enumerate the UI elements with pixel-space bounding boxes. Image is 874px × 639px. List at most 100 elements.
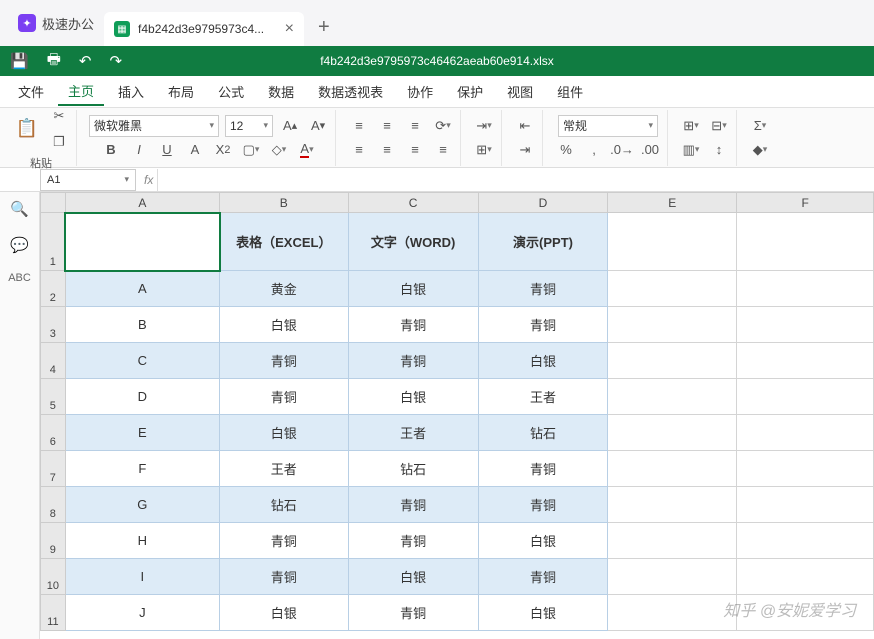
cell-B4[interactable]: 青铜 xyxy=(220,343,349,379)
increase-indent-icon[interactable]: ⇥ xyxy=(514,139,536,161)
align-middle-icon[interactable]: ≡ xyxy=(376,115,398,137)
wrap-text-icon[interactable]: ⇥▾ xyxy=(473,115,495,137)
cell-E7[interactable] xyxy=(608,451,737,487)
cell-F6[interactable] xyxy=(737,415,874,451)
cell-E11[interactable] xyxy=(608,595,737,631)
cell-B9[interactable]: 青铜 xyxy=(220,523,349,559)
cell-C1[interactable]: 文字（WORD) xyxy=(348,213,478,271)
copy-icon[interactable]: ❐ xyxy=(48,131,70,153)
print-icon[interactable]: 🖶 xyxy=(47,49,61,74)
insert-cells-icon[interactable]: ⊞▾ xyxy=(680,115,702,137)
font-name-select[interactable]: 微软雅黑▾ xyxy=(89,115,219,137)
cell-B8[interactable]: 钻石 xyxy=(220,487,349,523)
comment-icon[interactable]: 💬 xyxy=(10,236,29,254)
increase-font-icon[interactable]: A▴ xyxy=(279,115,301,137)
cell-A7[interactable]: F xyxy=(65,451,219,487)
cell-D5[interactable]: 王者 xyxy=(478,379,608,415)
new-tab-button[interactable]: + xyxy=(304,16,344,39)
align-left-icon[interactable]: ≡ xyxy=(348,139,370,161)
row-height-icon[interactable]: ↕ xyxy=(708,139,730,161)
align-bottom-icon[interactable]: ≡ xyxy=(404,115,426,137)
cut-icon[interactable]: ✂ xyxy=(48,105,70,127)
subscript-icon[interactable]: X2 xyxy=(212,139,234,161)
align-right-icon[interactable]: ≡ xyxy=(404,139,426,161)
cell-D9[interactable]: 白银 xyxy=(478,523,608,559)
cell-D7[interactable]: 青铜 xyxy=(478,451,608,487)
cell-F11[interactable] xyxy=(737,595,874,631)
row-header-7[interactable]: 7 xyxy=(41,451,66,487)
cell-B5[interactable]: 青铜 xyxy=(220,379,349,415)
clear-icon[interactable]: ◆▾ xyxy=(749,139,771,161)
format-cells-icon[interactable]: ▥▾ xyxy=(680,139,702,161)
col-header-A[interactable]: A xyxy=(65,193,219,213)
cell-E5[interactable] xyxy=(608,379,737,415)
search-icon[interactable]: 🔍 xyxy=(10,200,29,218)
cell-A6[interactable]: E xyxy=(65,415,219,451)
cell-C11[interactable]: 青铜 xyxy=(348,595,478,631)
cell-F3[interactable] xyxy=(737,307,874,343)
cell-E10[interactable] xyxy=(608,559,737,595)
cell-A11[interactable]: J xyxy=(65,595,219,631)
font-color-clear-icon[interactable]: A xyxy=(184,139,206,161)
menu-数据透视表[interactable]: 数据透视表 xyxy=(308,78,393,105)
cell-E8[interactable] xyxy=(608,487,737,523)
cell-A3[interactable]: B xyxy=(65,307,219,343)
border-icon[interactable]: ▢▾ xyxy=(240,139,262,161)
row-header-4[interactable]: 4 xyxy=(41,343,66,379)
cell-F9[interactable] xyxy=(737,523,874,559)
cell-C2[interactable]: 白银 xyxy=(348,271,478,307)
comma-icon[interactable]: , xyxy=(583,139,605,161)
col-header-C[interactable]: C xyxy=(348,193,478,213)
row-header-1[interactable]: 1 xyxy=(41,213,66,271)
menu-组件[interactable]: 组件 xyxy=(547,78,593,105)
col-header-E[interactable]: E xyxy=(608,193,737,213)
cell-D10[interactable]: 青铜 xyxy=(478,559,608,595)
redo-icon[interactable]: ↷ xyxy=(109,52,122,70)
number-format-select[interactable]: 常规▾ xyxy=(558,115,658,137)
cell-A1[interactable] xyxy=(65,213,219,271)
cell-C4[interactable]: 青铜 xyxy=(348,343,478,379)
cell-C9[interactable]: 青铜 xyxy=(348,523,478,559)
cell-F4[interactable] xyxy=(737,343,874,379)
cell-D6[interactable]: 钻石 xyxy=(478,415,608,451)
merge-cells-icon[interactable]: ⊞▾ xyxy=(473,139,495,161)
underline-button[interactable]: U xyxy=(156,139,178,161)
name-box[interactable]: A1▾ xyxy=(40,169,136,191)
save-icon[interactable]: 💾 xyxy=(10,52,29,70)
font-color-icon[interactable]: A▾ xyxy=(296,139,318,161)
cell-F7[interactable] xyxy=(737,451,874,487)
cell-C5[interactable]: 白银 xyxy=(348,379,478,415)
autosum-icon[interactable]: Σ▾ xyxy=(749,115,771,137)
align-justify-icon[interactable]: ≡ xyxy=(432,139,454,161)
cell-B1[interactable]: 表格（EXCEL） xyxy=(220,213,349,271)
cell-F1[interactable] xyxy=(737,213,874,271)
cell-B3[interactable]: 白银 xyxy=(220,307,349,343)
cell-D4[interactable]: 白银 xyxy=(478,343,608,379)
cell-C10[interactable]: 白银 xyxy=(348,559,478,595)
cell-F5[interactable] xyxy=(737,379,874,415)
cell-E2[interactable] xyxy=(608,271,737,307)
cell-C8[interactable]: 青铜 xyxy=(348,487,478,523)
file-tab[interactable]: ▦ f4b242d3e9795973c4... × xyxy=(104,12,304,46)
bold-button[interactable]: B xyxy=(100,139,122,161)
menu-协作[interactable]: 协作 xyxy=(397,78,443,105)
cell-B11[interactable]: 白银 xyxy=(220,595,349,631)
delete-cells-icon[interactable]: ⊟▾ xyxy=(708,115,730,137)
close-tab-icon[interactable]: × xyxy=(285,20,294,38)
cell-E3[interactable] xyxy=(608,307,737,343)
row-header-9[interactable]: 9 xyxy=(41,523,66,559)
col-header-D[interactable]: D xyxy=(478,193,608,213)
cell-D3[interactable]: 青铜 xyxy=(478,307,608,343)
row-header-8[interactable]: 8 xyxy=(41,487,66,523)
app-tab[interactable]: ✦ 极速办公 xyxy=(8,0,104,46)
menu-公式[interactable]: 公式 xyxy=(208,78,254,105)
formula-input[interactable] xyxy=(157,169,874,191)
fx-icon[interactable]: fx xyxy=(144,173,153,187)
decrease-indent-icon[interactable]: ⇤ xyxy=(514,115,536,137)
menu-文件[interactable]: 文件 xyxy=(8,78,54,105)
cell-F10[interactable] xyxy=(737,559,874,595)
cell-D8[interactable]: 青铜 xyxy=(478,487,608,523)
select-all-corner[interactable] xyxy=(41,193,66,213)
row-header-11[interactable]: 11 xyxy=(41,595,66,631)
undo-icon[interactable]: ↶ xyxy=(79,52,92,70)
